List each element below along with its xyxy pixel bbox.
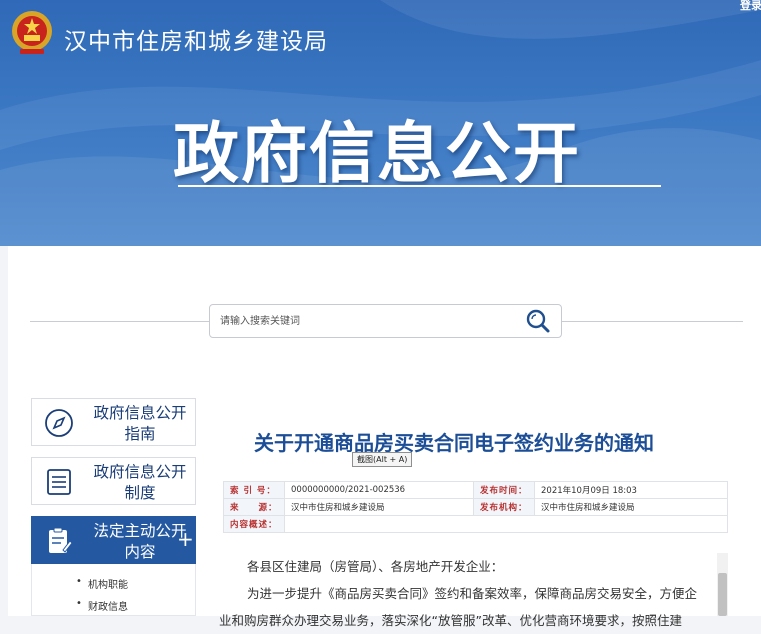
meta-label: 内容概述： [223, 515, 285, 533]
sidebar-sub-item-finance[interactable]: 财政信息 [76, 598, 128, 613]
meta-value-org: 汉中市住房和城乡建设局 [534, 498, 728, 516]
sidebar-sub-item-functions[interactable]: 机构职能 [76, 576, 128, 591]
meta-value-index: 0000000000/2021-002536 [284, 481, 474, 499]
national-emblem-icon [12, 11, 52, 54]
banner-title: 政府信息公开 [173, 115, 581, 192]
article-meta-table: 索 引 号： 0000000000/2021-002536 发布时间： 2021… [223, 481, 728, 533]
sidebar-item-guide[interactable]: 政府信息公开指南 [31, 398, 196, 446]
sidebar-item-label: 政府信息公开制度 [93, 463, 187, 502]
meta-label: 发布时间： [473, 481, 535, 499]
screenshot-tooltip: 截图(Alt + A) [352, 452, 413, 467]
article-title: 关于开通商品房买卖合同电子签约业务的通知 [254, 431, 654, 455]
scrollbar-thumb[interactable] [718, 573, 727, 616]
meta-value-summary [284, 515, 728, 533]
meta-value-source: 汉中市住房和城乡建设局 [284, 498, 474, 516]
search-input[interactable] [220, 312, 510, 330]
sidebar-item-label: 政府信息公开指南 [93, 404, 187, 443]
article-body: 各县区住建局（房管局）、各房地产开发企业： 为进一步提升《商品房买卖合同》签约和… [219, 553, 713, 634]
meta-value-date: 2021年10月09日 18:03 [534, 481, 728, 499]
expand-icon[interactable]: + [177, 527, 194, 551]
sidebar-item-system[interactable]: 政府信息公开制度 [31, 457, 196, 505]
header-banner: 汉中市住房和城乡建设局 登录 政府信息公开 [0, 0, 761, 246]
compass-icon [45, 409, 73, 437]
search-icon[interactable] [524, 308, 552, 336]
login-link[interactable]: 登录 [740, 0, 761, 13]
site-name[interactable]: 汉中市住房和城乡建设局 [64, 22, 328, 56]
meta-label: 索 引 号： [223, 481, 285, 499]
article-paragraph: 为进一步提升《商品房买卖合同》签约和备案效率，保障商品房交易安全，方便企 [247, 586, 698, 601]
document-list-icon [47, 469, 71, 495]
sidebar-item-statutory[interactable]: 法定主动公开内容 + [31, 516, 196, 564]
sidebar-item-label: 法定主动公开内容 [93, 522, 187, 561]
article-paragraph: 各县区住建局（房管局）、各房地产开发企业： [247, 559, 504, 574]
meta-label: 来 源： [223, 498, 285, 516]
meta-label: 发布机构： [473, 498, 535, 516]
clipboard-edit-icon [49, 527, 73, 553]
search-box [209, 304, 562, 338]
banner-title-underline [178, 185, 661, 187]
article-paragraph: 业和购房群众办理交易业务，落实深化“放管服”改革、优化营商环境要求，按照住建 [219, 613, 682, 628]
